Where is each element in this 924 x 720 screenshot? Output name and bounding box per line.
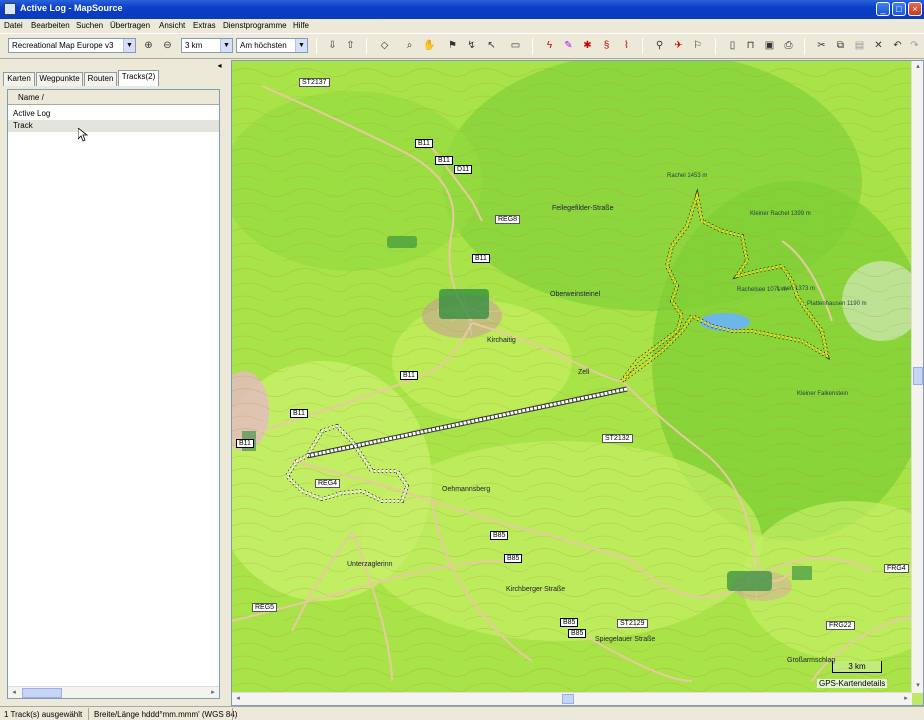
- zoom-tool-icon[interactable]: ⌕: [403, 39, 416, 52]
- detail-level-value: Am höchsten: [240, 41, 287, 50]
- status-bar: 1 Track(s) ausgewählt Breite/Länge hddd°…: [0, 706, 924, 720]
- delete-icon[interactable]: ✕: [872, 39, 885, 52]
- print-icon[interactable]: ⎙: [782, 39, 795, 52]
- toolbar-separator: [804, 38, 805, 54]
- list-item[interactable]: Active Log: [8, 108, 219, 120]
- status-coordinate-format: Breite/Länge hddd°mm.mmm' (WGS 84): [94, 710, 238, 719]
- waypoint-tool-icon[interactable]: ⚑: [446, 39, 459, 52]
- scroll-thumb[interactable]: [913, 367, 923, 385]
- paste-icon[interactable]: ▤: [853, 39, 866, 52]
- map-tool-icon[interactable]: ◇: [378, 39, 391, 52]
- divide-track-icon[interactable]: §: [600, 39, 613, 52]
- menu-bearbeiten[interactable]: Bearbeiten: [31, 21, 70, 30]
- toolbar: Recreational Map Europe v3 ▼ ⊕ ⊖ 3 km ▼ …: [0, 33, 924, 59]
- join-track-icon[interactable]: ⌇: [620, 39, 633, 52]
- data-panel: ◂ Karten Wegpunkte Routen Tracks(2) Name…: [0, 60, 228, 706]
- menu-bar: Datei Bearbeiten Suchen Übertragen Ansic…: [0, 19, 924, 32]
- copy-icon[interactable]: ⧉: [834, 39, 847, 52]
- status-divider: [232, 708, 233, 720]
- open-file-icon[interactable]: ⊓: [744, 39, 757, 52]
- scroll-down-icon[interactable]: ▾: [913, 681, 923, 691]
- toolbar-separator: [715, 38, 716, 54]
- status-selection: 1 Track(s) ausgewählt: [4, 710, 83, 719]
- find-icon[interactable]: ⚲: [653, 39, 666, 52]
- detail-level-select[interactable]: Am höchsten ▼: [236, 38, 308, 53]
- tab-wegpunkte[interactable]: Wegpunkte: [36, 72, 83, 86]
- menu-ansicht[interactable]: Ansicht: [159, 21, 185, 30]
- track-list: Name / Active Log Track ◂ ▸: [7, 89, 220, 699]
- mouse-cursor-icon: [78, 128, 88, 142]
- panel-close-icon[interactable]: ◂: [215, 61, 224, 70]
- menu-datei[interactable]: Datei: [4, 21, 23, 30]
- title-bar: Active Log - MapSource _ □ ×: [0, 0, 924, 19]
- zoom-level-select[interactable]: 3 km ▼: [181, 38, 233, 53]
- undo-icon[interactable]: ↶: [891, 39, 904, 52]
- column-header-label: Name /: [18, 93, 44, 102]
- redo-icon[interactable]: ↷: [908, 39, 921, 52]
- find-nearest-icon[interactable]: ⚐: [691, 39, 704, 52]
- save-icon[interactable]: ▣: [763, 39, 776, 52]
- menu-extras[interactable]: Extras: [193, 21, 216, 30]
- terrain-layer: [232, 61, 923, 693]
- find-places-icon[interactable]: ✈: [672, 39, 685, 52]
- scroll-right-icon[interactable]: ▸: [208, 688, 218, 698]
- maximize-button[interactable]: □: [892, 2, 906, 16]
- menu-suchen[interactable]: Suchen: [76, 21, 103, 30]
- list-horizontal-scrollbar[interactable]: ◂ ▸: [8, 686, 219, 698]
- status-divider: [88, 708, 89, 720]
- track-tool-icon[interactable]: ϟ: [543, 39, 556, 52]
- selection-tool-icon[interactable]: ↖: [485, 39, 498, 52]
- map-product-value: Recreational Map Europe v3: [12, 41, 114, 50]
- scroll-thumb[interactable]: [562, 694, 574, 704]
- toolbar-separator: [532, 38, 533, 54]
- zoom-level-value: 3 km: [185, 41, 203, 50]
- scroll-left-icon[interactable]: ◂: [9, 688, 19, 698]
- scroll-thumb[interactable]: [22, 688, 62, 698]
- receive-from-device-icon[interactable]: ⇩: [326, 39, 339, 52]
- scroll-right-icon[interactable]: ▸: [901, 694, 911, 704]
- hand-tool-icon[interactable]: ✋: [423, 39, 436, 52]
- map-vertical-scrollbar[interactable]: ▴ ▾: [911, 61, 923, 693]
- map-view[interactable]: ST2137 B11 B11 B11 D11 REG8 B11 B11 B11 …: [231, 60, 924, 706]
- chevron-down-icon[interactable]: ▼: [295, 39, 307, 52]
- tab-tracks[interactable]: Tracks(2): [118, 70, 159, 86]
- insert-point-icon[interactable]: ✱: [581, 39, 594, 52]
- map-canvas[interactable]: [232, 61, 923, 693]
- map-product-select[interactable]: Recreational Map Europe v3 ▼: [8, 38, 136, 53]
- measure-tool-icon[interactable]: ▭: [509, 39, 522, 52]
- edit-track-icon[interactable]: ✎: [562, 39, 575, 52]
- menu-dienstprogramme[interactable]: Dienstprogramme: [223, 21, 287, 30]
- list-item[interactable]: Track: [8, 120, 219, 132]
- new-file-icon[interactable]: ▯: [726, 39, 739, 52]
- map-horizontal-scrollbar[interactable]: ◂ ▸: [232, 692, 912, 705]
- menu-uebertragen[interactable]: Übertragen: [110, 21, 150, 30]
- chevron-down-icon[interactable]: ▼: [220, 39, 232, 52]
- window-title: Active Log - MapSource: [20, 3, 123, 13]
- column-header-name[interactable]: Name /: [8, 90, 219, 105]
- toolbar-separator: [366, 38, 367, 54]
- close-button[interactable]: ×: [908, 2, 922, 16]
- zoom-out-icon[interactable]: ⊖: [161, 39, 174, 52]
- menu-hilfe[interactable]: Hilfe: [293, 21, 309, 30]
- zoom-in-icon[interactable]: ⊕: [142, 39, 155, 52]
- scroll-left-icon[interactable]: ◂: [233, 694, 243, 704]
- minimize-button[interactable]: _: [876, 2, 890, 16]
- chevron-down-icon[interactable]: ▼: [123, 39, 135, 52]
- scroll-up-icon[interactable]: ▴: [913, 62, 923, 72]
- route-tool-icon[interactable]: ↯: [465, 39, 478, 52]
- app-icon: [4, 3, 16, 15]
- toolbar-separator: [316, 38, 317, 54]
- toolbar-separator: [642, 38, 643, 54]
- tab-routen[interactable]: Routen: [84, 72, 117, 86]
- send-to-device-icon[interactable]: ⇧: [344, 39, 357, 52]
- cut-icon[interactable]: ✂: [815, 39, 828, 52]
- tab-karten[interactable]: Karten: [3, 72, 35, 86]
